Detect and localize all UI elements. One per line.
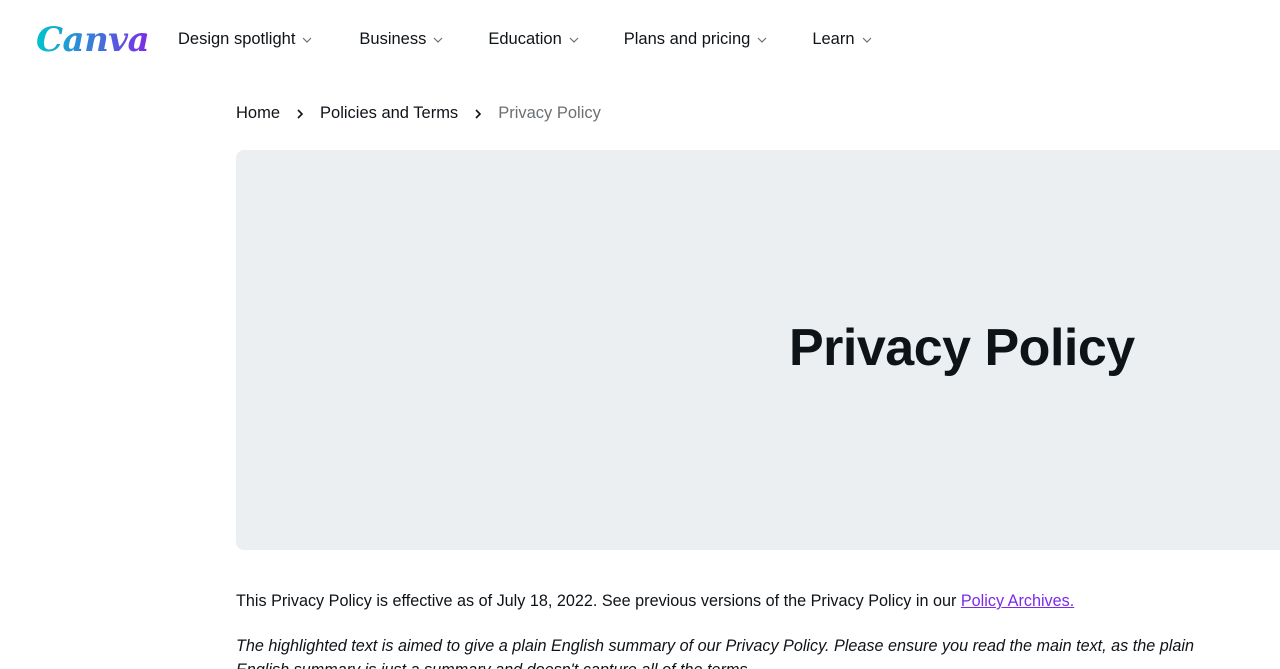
page: Canva Design spotlight Business Educatio… [0, 0, 1280, 669]
nav-learn[interactable]: Learn [812, 30, 872, 49]
top-nav-bar: Canva Design spotlight Business Educatio… [0, 0, 1280, 84]
nav-design-spotlight[interactable]: Design spotlight [178, 30, 313, 49]
breadcrumb: Home Policies and Terms Privacy Policy [236, 104, 601, 123]
chevron-down-icon [301, 34, 313, 46]
chevron-down-icon [568, 34, 580, 46]
effective-date-label: This Privacy Policy is effective as of J… [236, 592, 961, 610]
nav-business[interactable]: Business [359, 30, 444, 49]
plain-english-summary: The highlighted text is aimed to give a … [236, 637, 1194, 669]
page-title: Privacy Policy [789, 319, 1135, 377]
chevron-down-icon [756, 34, 768, 46]
main-nav: Design spotlight Business Education Plan… [178, 30, 873, 49]
chevron-right-icon [293, 107, 307, 121]
nav-label: Design spotlight [178, 30, 296, 48]
effective-date-text: This Privacy Policy is effective as of J… [236, 592, 1074, 611]
nav-label: Education [488, 30, 562, 48]
policy-archives-link[interactable]: Policy Archives. [961, 592, 1074, 610]
hero-banner: Privacy Policy [236, 150, 1280, 550]
breadcrumb-current: Privacy Policy [498, 104, 601, 122]
nav-label: Learn [812, 30, 855, 48]
chevron-right-icon [471, 107, 485, 121]
nav-education[interactable]: Education [488, 30, 579, 49]
nav-label: Business [359, 30, 427, 48]
chevron-down-icon [861, 34, 873, 46]
breadcrumb-home[interactable]: Home [236, 104, 280, 123]
chevron-down-icon [432, 34, 444, 46]
nav-plans-and-pricing[interactable]: Plans and pricing [624, 30, 769, 49]
canva-logo[interactable]: Canva [36, 18, 150, 62]
nav-label: Plans and pricing [623, 30, 751, 48]
breadcrumb-policies-and-terms[interactable]: Policies and Terms [320, 104, 458, 123]
